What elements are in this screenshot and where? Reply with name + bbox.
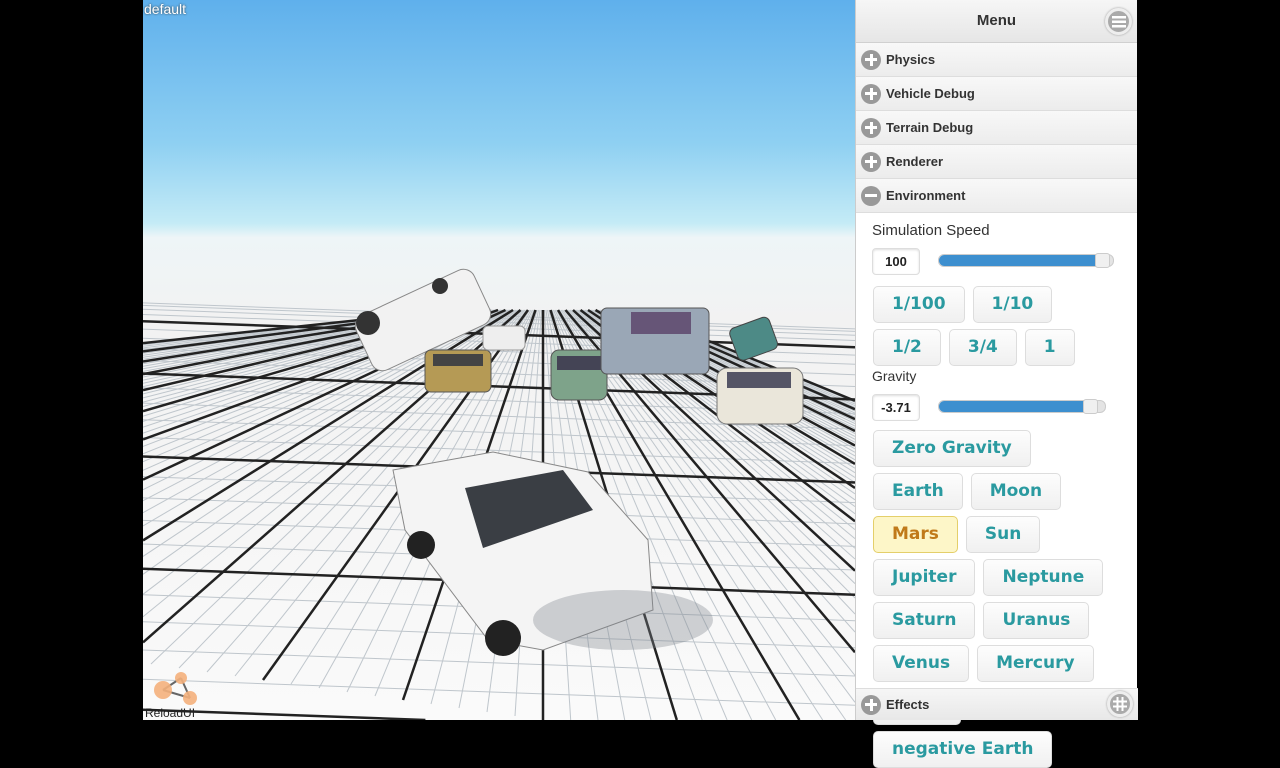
gravity-zero-gravity-button[interactable]: Zero Gravity [873,430,1031,467]
vehicle-suv-yellow [424,349,492,393]
gravity-moon-button[interactable]: Moon [970,473,1062,510]
section-label: Effects [886,697,930,712]
section-physics[interactable]: Physics [856,43,1137,77]
gravity-mars-button[interactable]: Mars [873,516,958,553]
reload-ui-button[interactable]: ReloadUI [143,668,213,720]
section-effects[interactable]: Effects [856,688,1138,720]
vehicle-small-white [482,325,526,351]
section-environment[interactable]: Environment [856,179,1137,213]
grid-button[interactable] [1107,691,1133,717]
plus-icon [861,49,881,70]
section-label: Renderer [886,154,944,169]
section-label: Physics [886,52,936,67]
section-vehicle-debug[interactable]: Vehicle Debug [856,77,1137,111]
menu-panel: Menu Physics Vehicle Debug Terrain Debug… [855,0,1138,768]
menu-toggle-button[interactable] [1105,8,1132,35]
gravity-input[interactable]: -3.71 [872,394,920,421]
simulation-speed-slider[interactable] [938,253,1114,268]
vehicle-pickup-white [392,451,713,656]
plus-icon [861,83,881,104]
section-label: Terrain Debug [886,120,974,135]
gravity-sun-button[interactable]: Sun [965,516,1041,553]
gravity-uranus-button[interactable]: Uranus [983,602,1090,639]
speed-3-4-button[interactable]: 3/4 [948,329,1017,366]
menu-header: Menu [856,0,1137,43]
section-renderer[interactable]: Renderer [856,145,1137,179]
speed-buttons: 1/100 1/10 1/2 3/4 1 [873,286,1118,366]
vehicle-green-car [550,349,608,401]
gravity-label: Gravity [872,368,917,384]
section-label: Vehicle Debug [886,86,975,101]
speed-1-button[interactable]: 1 [1024,329,1075,366]
gravity-mercury-button[interactable]: Mercury [977,645,1094,682]
minus-icon [861,185,881,206]
menu-title: Menu [976,12,1017,29]
vehicle-truck [600,307,710,375]
section-label: Environment [886,188,966,203]
gravity-negative-earth-button[interactable]: negative Earth [873,731,1053,768]
section-terrain-debug[interactable]: Terrain Debug [856,111,1137,145]
plus-icon [861,117,881,138]
vehicle-sedan-white [716,367,804,425]
gravity-venus-button[interactable]: Venus [873,645,970,682]
gravity-neptune-button[interactable]: Neptune [983,559,1104,596]
plus-icon [861,694,881,715]
gravity-slider[interactable] [938,399,1106,414]
reload-ui-label: ReloadUI [145,706,196,720]
simulation-speed-input[interactable]: 100 [872,248,920,275]
simulation-speed-label: Simulation Speed [872,222,990,239]
plus-icon [861,151,881,172]
grid-icon [1113,697,1127,711]
3d-viewport[interactable]: default ReloadUI [143,0,855,720]
gravity-jupiter-button[interactable]: Jupiter [873,559,976,596]
ground-grid [143,268,855,720]
environment-content: Simulation Speed 100 1/100 1/10 1/2 3/4 1 Gr… [856,212,1138,768]
speed-1-100-button[interactable]: 1/100 [873,286,965,323]
app-root: default ReloadUI Menu Physics Vehicle De… [0,0,1280,768]
speed-1-10-button[interactable]: 1/10 [972,286,1053,323]
gravity-saturn-button[interactable]: Saturn [873,602,976,639]
speed-1-2-button[interactable]: 1/2 [873,329,941,366]
hamburger-icon [1111,15,1126,27]
profile-label: default [144,1,187,17]
gravity-earth-button[interactable]: Earth [873,473,963,510]
